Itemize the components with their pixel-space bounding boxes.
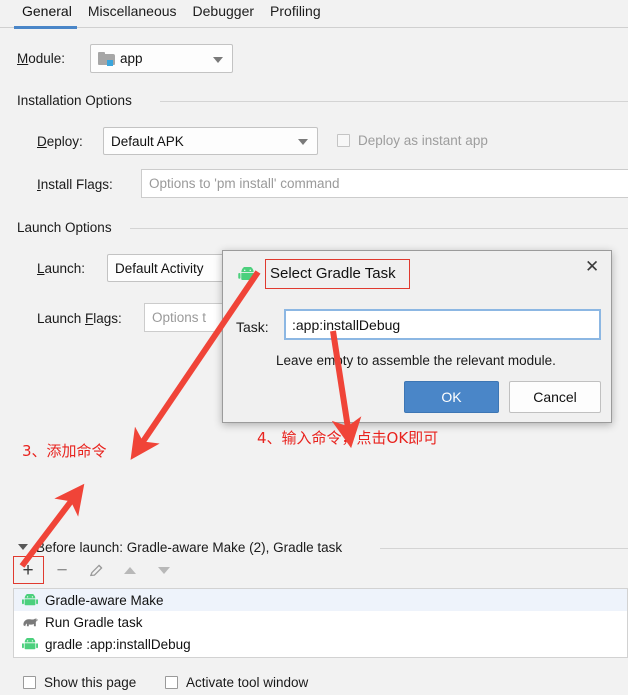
task-label: Task: xyxy=(236,319,269,335)
module-combobox[interactable]: app xyxy=(90,44,233,73)
before-launch-move-down-button[interactable] xyxy=(151,558,177,582)
run-configuration-dialog: General Miscellaneous Debugger Profiling… xyxy=(0,0,628,695)
dialog-title: Select Gradle Task xyxy=(270,265,396,282)
launch-options-rule xyxy=(130,228,628,229)
cancel-button[interactable]: Cancel xyxy=(509,381,601,413)
install-flags-placeholder: Options to 'pm install' command xyxy=(149,176,340,191)
launch-value: Default Activity xyxy=(115,260,204,276)
deploy-label: Deploy: xyxy=(37,134,83,149)
task-input-value: :app:installDebug xyxy=(292,316,401,333)
chevron-down-icon xyxy=(298,139,308,145)
tab-bar: General Miscellaneous Debugger Profiling xyxy=(0,0,628,28)
ok-button[interactable]: OK xyxy=(404,381,499,413)
list-item-label: gradle :app:installDebug xyxy=(45,636,191,652)
task-hint: Leave empty to assemble the relevant mod… xyxy=(276,353,556,368)
before-launch-edit-button[interactable] xyxy=(83,558,109,582)
list-item[interactable]: Gradle-aware Make xyxy=(14,589,627,611)
deploy-value: Default APK xyxy=(111,133,184,149)
list-item[interactable]: gradle :app:installDebug xyxy=(14,633,627,655)
module-folder-icon xyxy=(98,51,115,66)
triangle-up-icon xyxy=(124,566,136,574)
module-label: Module: xyxy=(17,51,66,66)
list-item-label: Gradle-aware Make xyxy=(45,592,164,608)
task-input[interactable]: :app:installDebug xyxy=(284,309,601,340)
tab-miscellaneous[interactable]: Miscellaneous xyxy=(80,0,185,25)
list-item[interactable]: Run Gradle task xyxy=(14,611,627,633)
install-flags-input[interactable]: Options to 'pm install' command xyxy=(141,169,628,198)
launch-flags-placeholder: Options t xyxy=(152,310,207,325)
before-launch-collapse-icon[interactable] xyxy=(18,544,28,550)
tab-profiling[interactable]: Profiling xyxy=(262,0,329,25)
show-this-page-checkbox[interactable] xyxy=(23,676,36,689)
deploy-instant-app-label: Deploy as instant app xyxy=(358,133,488,148)
tab-debugger[interactable]: Debugger xyxy=(185,0,263,25)
annotation-step-3: 3、添加命令 xyxy=(22,442,107,460)
tab-active-indicator xyxy=(14,26,77,29)
deploy-instant-app-checkbox[interactable] xyxy=(337,134,350,147)
launch-label: Launch: xyxy=(37,261,86,276)
deploy-combobox[interactable]: Default APK xyxy=(103,127,318,155)
android-robot-icon xyxy=(22,637,40,651)
android-robot-icon xyxy=(238,265,257,285)
show-this-page-label: Show this page xyxy=(44,675,137,690)
activate-tool-window-label: Activate tool window xyxy=(186,675,309,690)
install-flags-label: Install Flags: xyxy=(37,177,113,192)
tab-underline xyxy=(0,27,628,28)
tab-general[interactable]: General xyxy=(14,0,80,25)
gradle-elephant-icon xyxy=(22,616,40,629)
before-launch-move-up-button[interactable] xyxy=(117,558,143,582)
chevron-down-icon xyxy=(213,56,223,63)
triangle-down-icon xyxy=(158,566,170,574)
arrow-to-add-button xyxy=(19,483,85,568)
list-item-label: Run Gradle task xyxy=(45,614,143,630)
before-launch-remove-button[interactable]: − xyxy=(49,558,75,582)
android-robot-icon xyxy=(22,593,40,607)
before-launch-header: Before launch: Gradle-aware Make (2), Gr… xyxy=(36,540,350,555)
before-launch-rule xyxy=(380,548,628,549)
before-launch-task-list[interactable]: Gradle-aware Make Run Gradle task gradle… xyxy=(13,588,628,658)
launch-options-title: Launch Options xyxy=(17,220,119,235)
activate-tool-window-checkbox[interactable] xyxy=(165,676,178,689)
launch-flags-label: Launch Flags: xyxy=(37,311,122,326)
pencil-icon xyxy=(89,564,102,576)
annotation-step-4: 4、输入命令，点击OK即可 xyxy=(257,429,439,447)
before-launch-add-button[interactable]: + xyxy=(15,558,41,582)
close-icon[interactable]: ✕ xyxy=(585,259,599,276)
select-gradle-task-dialog: Select Gradle Task ✕ Task: :app:installD… xyxy=(222,250,612,423)
installation-options-title: Installation Options xyxy=(17,93,139,108)
installation-options-rule xyxy=(160,101,628,102)
module-value: app xyxy=(120,51,143,66)
